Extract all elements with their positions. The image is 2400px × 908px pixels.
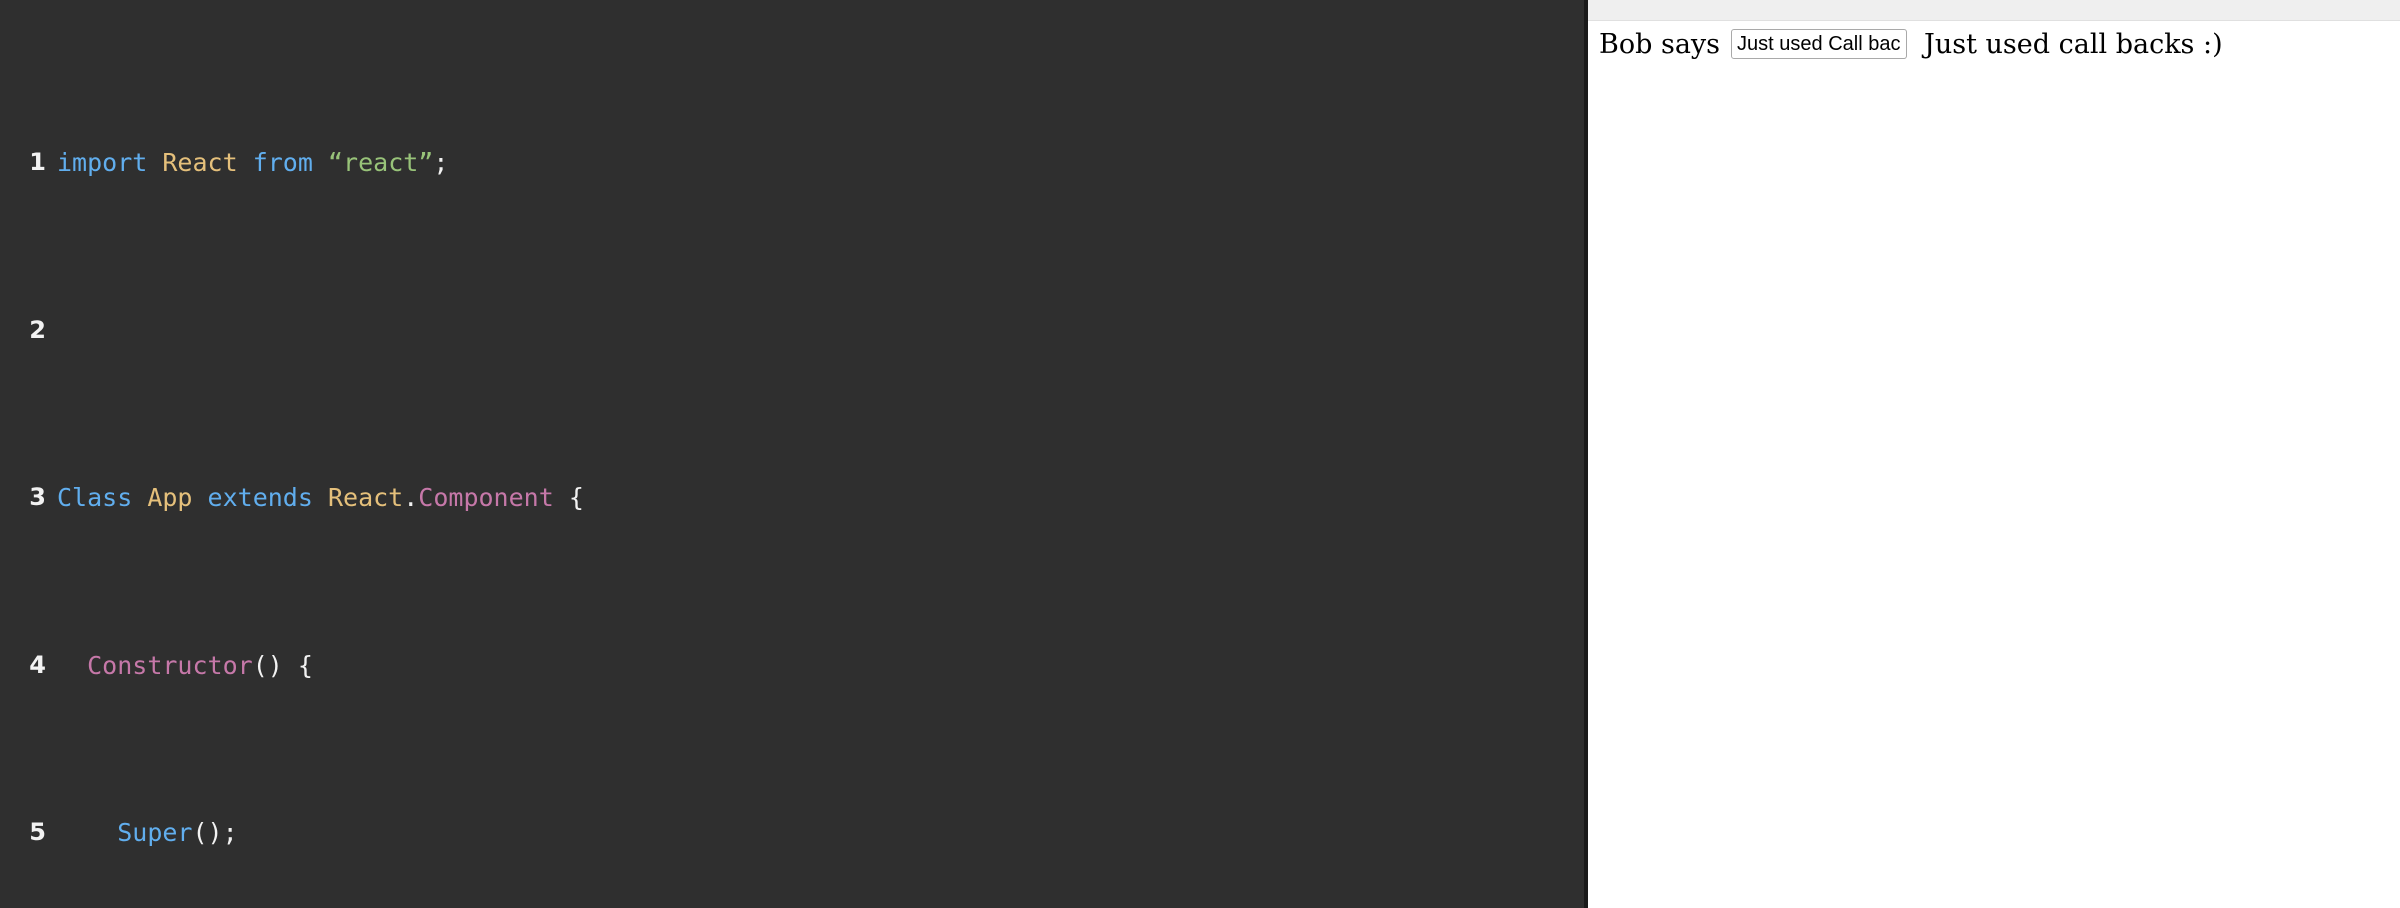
token-property-component: Component: [418, 483, 554, 512]
token-semicolon: ;: [222, 818, 238, 847]
token-keyword-super: Super: [117, 818, 193, 847]
token-semicolon: ;: [433, 148, 449, 177]
token-open-brace: {: [297, 650, 313, 680]
token-keyword-extends: extends: [207, 483, 313, 512]
line-content[interactable]: import React from “react”;: [46, 146, 1584, 180]
code-line[interactable]: 4 Constructor() {: [0, 649, 1584, 683]
code-editor-pane[interactable]: 1 import React from “react”; 2 3 Class A…: [0, 0, 1588, 908]
token-keyword-from: from: [252, 148, 313, 177]
code-line[interactable]: 2: [0, 314, 1584, 348]
line-content[interactable]: Constructor() {: [46, 649, 1584, 683]
code-line[interactable]: 1 import React from “react”;: [0, 146, 1584, 180]
editor-preview-workspace: 1 import React from “react”; 2 3 Class A…: [0, 0, 2400, 908]
line-number: 2: [29, 315, 46, 344]
token-method-constructor: Constructor: [87, 650, 253, 680]
code-editor-content[interactable]: 1 import React from “react”; 2 3 Class A…: [0, 12, 1584, 908]
bob-says-label: Bob says: [1599, 28, 1721, 60]
line-content[interactable]: Super();: [46, 816, 1584, 850]
preview-document-body: Bob says Just used call backs :): [1588, 22, 2400, 908]
token-dot: .: [403, 483, 419, 512]
line-content[interactable]: Class App extends React.Component {: [46, 481, 1584, 515]
code-line[interactable]: 3 Class App extends React.Component {: [0, 481, 1584, 515]
token-identifier-react: React: [162, 148, 238, 177]
token-open-brace: {: [568, 483, 584, 512]
app-root-div: Bob says Just used call backs :): [1599, 29, 2223, 59]
code-line[interactable]: 5 Super();: [0, 816, 1584, 850]
line-number: 1: [29, 148, 46, 176]
line-number: 3: [29, 483, 46, 511]
token-keyword-class: Class: [57, 483, 133, 512]
live-preview-pane: Bob says Just used call backs :): [1588, 0, 2400, 908]
line-number: 5: [29, 818, 46, 846]
line-number: 4: [29, 650, 46, 679]
sayings-input[interactable]: [1731, 29, 1908, 59]
preview-toolbar: [1588, 0, 2400, 21]
token-parens: (): [192, 818, 223, 847]
line-content[interactable]: [46, 314, 1584, 348]
token-identifier-app: App: [147, 483, 193, 512]
sayings-output-text: Just used call backs :): [1924, 28, 2223, 60]
token-string-react: “react”: [327, 148, 434, 177]
token-parens: (): [252, 650, 283, 680]
token-keyword-import: import: [57, 148, 148, 177]
token-identifier-react: React: [327, 483, 404, 512]
